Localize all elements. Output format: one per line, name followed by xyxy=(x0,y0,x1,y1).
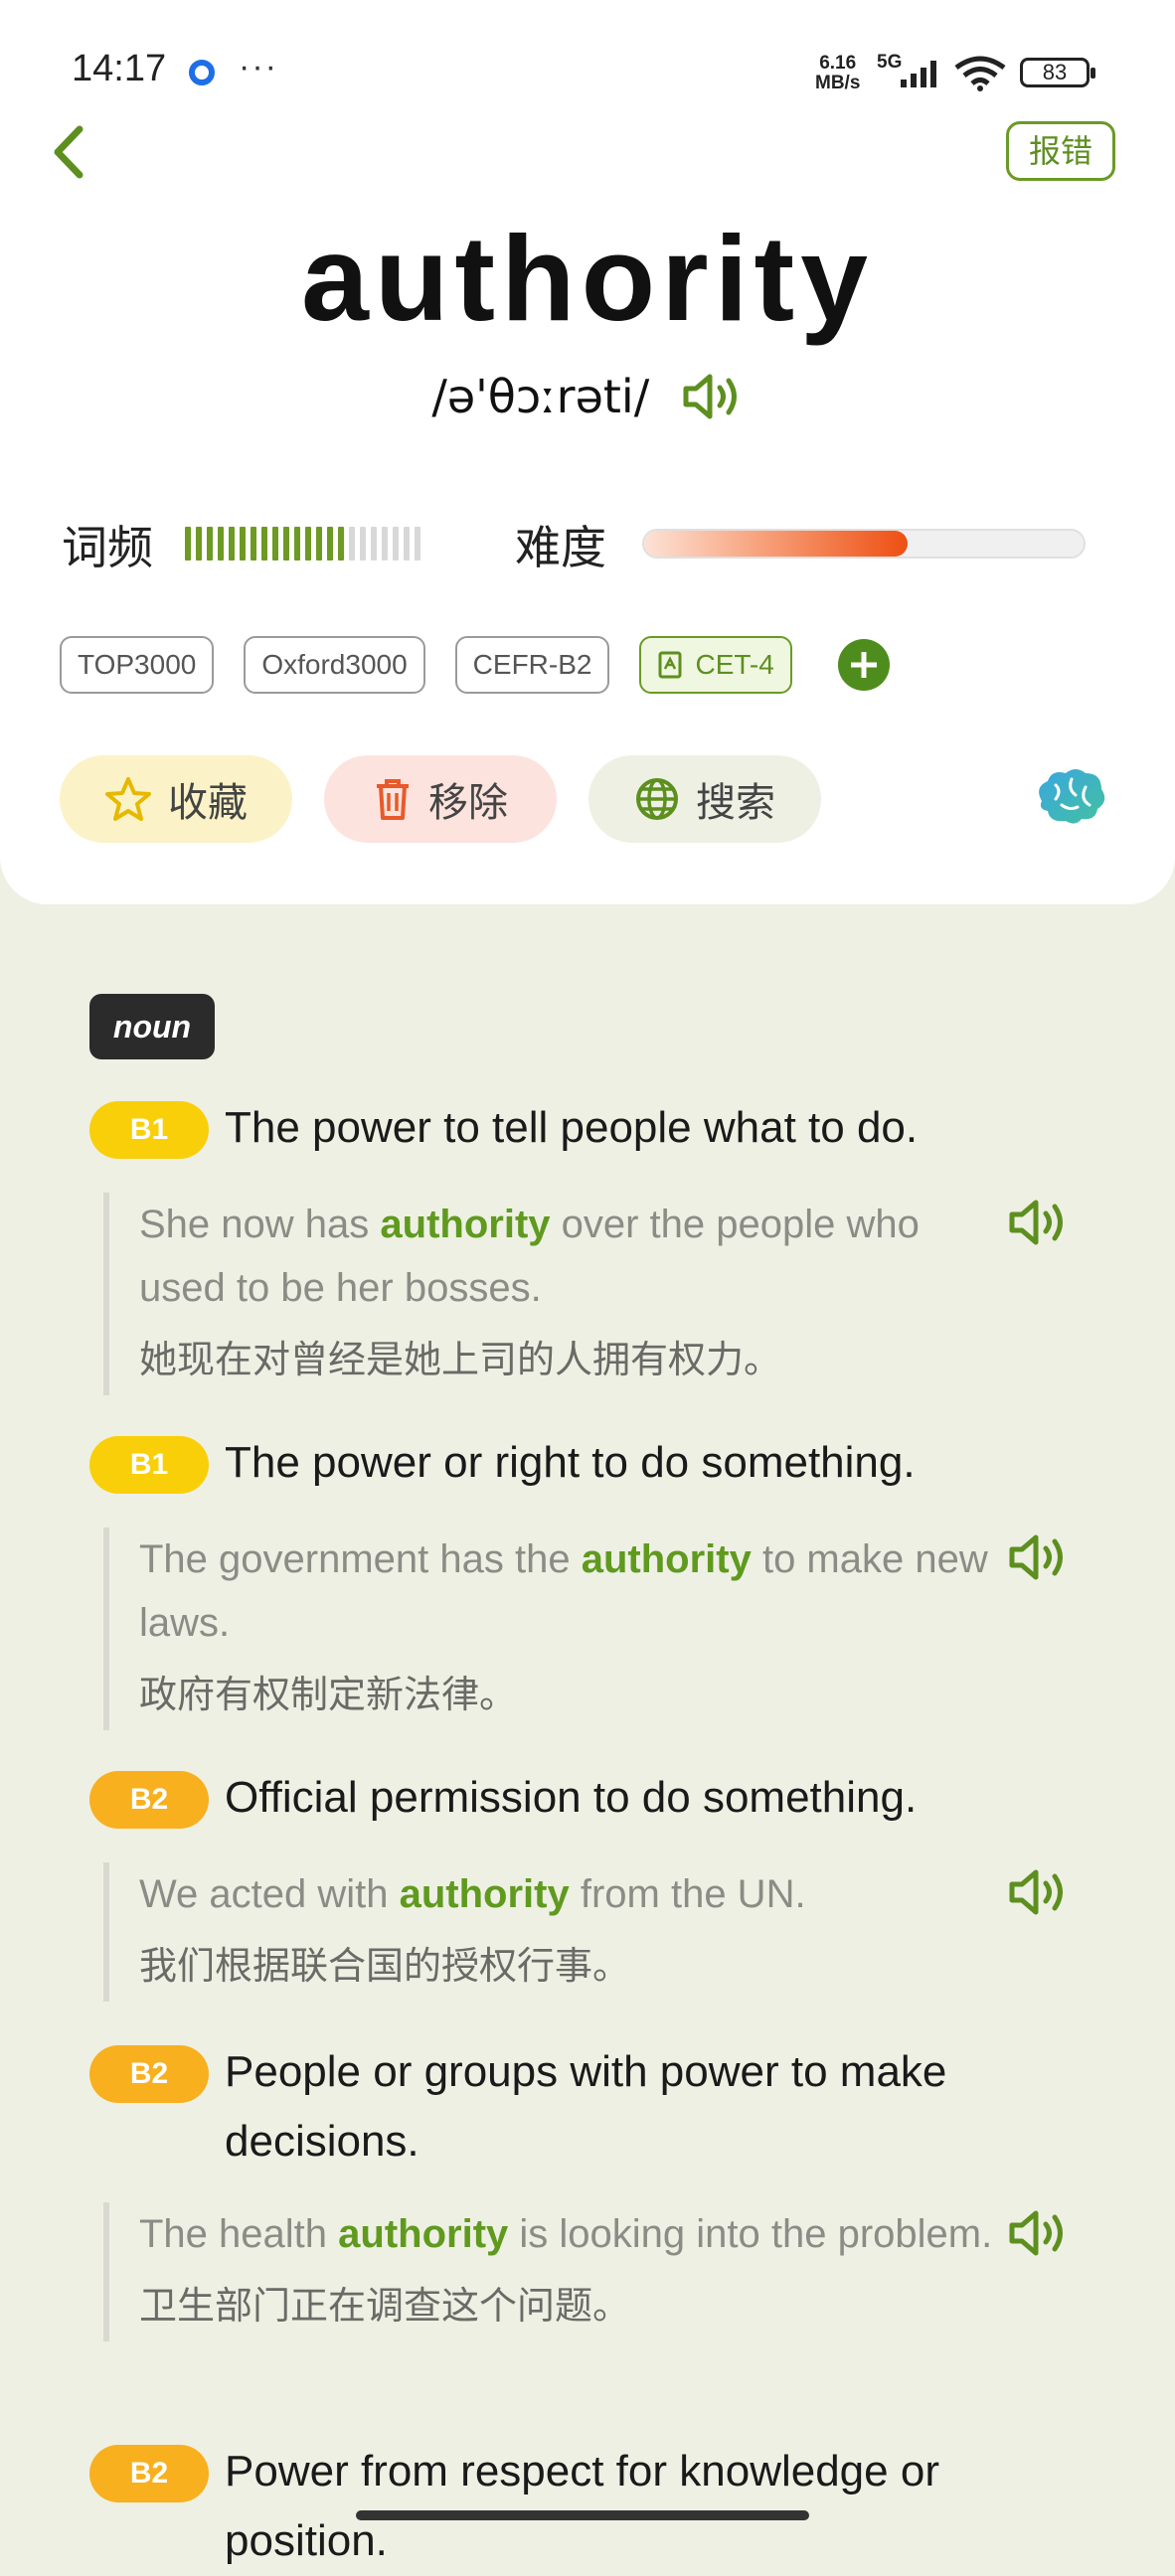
frequency-bar xyxy=(338,527,344,561)
tag-cefr[interactable]: CEFR-B2 xyxy=(454,636,610,694)
network-speed-unit: MB/s xyxy=(815,73,861,93)
difficulty-meter xyxy=(642,529,1086,559)
example-speaker-icon[interactable] xyxy=(1008,1867,1070,1917)
frequency-bar xyxy=(393,527,399,561)
trash-icon xyxy=(377,779,409,820)
search-label: 搜索 xyxy=(696,781,775,825)
report-error-button[interactable]: 报错 xyxy=(1006,121,1115,181)
favorite-label: 收藏 xyxy=(168,781,248,825)
globe-icon xyxy=(636,778,678,820)
definition-text: Power from respect for knowledge or posi… xyxy=(225,2447,939,2565)
example-block: The health authority is looking into the… xyxy=(103,2202,998,2341)
status-bar: 14:17 ··· 6.16 MB/s 5G 83 xyxy=(0,0,1175,129)
frequency-bar xyxy=(327,527,333,561)
home-indicator[interactable] xyxy=(356,2510,809,2520)
frequency-bar xyxy=(415,527,420,561)
tag-cet4-label: CET-4 xyxy=(695,649,774,680)
remove-button[interactable]: 移除 xyxy=(324,755,557,843)
frequency-bar xyxy=(218,527,224,561)
status-time: 14:17 xyxy=(72,48,167,89)
web-search-button[interactable]: 搜索 xyxy=(588,755,821,843)
frequency-bar xyxy=(261,527,267,561)
difficulty-fill xyxy=(644,531,909,557)
frequency-bar xyxy=(316,527,322,561)
example-sentence: We acted with authority from the UN. xyxy=(139,1872,806,1916)
brain-icon[interactable] xyxy=(1032,765,1107,831)
frequency-bar xyxy=(196,527,202,561)
frequency-bar xyxy=(349,527,355,561)
word-title: authority xyxy=(301,211,874,346)
example-translation: 政府有权制定新法律。 xyxy=(139,1675,518,1716)
cefr-level-badge: B1 xyxy=(89,1101,209,1159)
example-translation: 卫生部门正在调查这个问题。 xyxy=(139,2286,631,2328)
definition-text: The power to tell people what to do. xyxy=(225,1103,919,1152)
example-speaker-icon[interactable] xyxy=(1008,2208,1070,2258)
tag-top3000[interactable]: TOP3000 xyxy=(60,636,215,694)
frequency-bar xyxy=(283,527,289,561)
frequency-bar xyxy=(382,527,388,561)
example-speaker-icon[interactable] xyxy=(1008,1198,1070,1247)
speaker-icon[interactable] xyxy=(682,372,744,421)
example-speaker-icon[interactable] xyxy=(1008,1532,1070,1582)
example-sentence: She now has authority over the people wh… xyxy=(139,1203,920,1310)
frequency-meter xyxy=(185,527,420,561)
example-sentence: The health authority is looking into the… xyxy=(139,2212,993,2256)
tag-list: TOP3000 Oxford3000 CEFR-B2 CET-4 xyxy=(60,636,890,694)
example-translation: 我们根据联合国的授权行事。 xyxy=(139,1946,631,1988)
frequency-bar xyxy=(272,527,278,561)
example-keyword: authority xyxy=(380,1203,551,1246)
network-speed-value: 6.16 xyxy=(819,53,857,74)
example-sentence: The government has the authority to make… xyxy=(139,1537,988,1645)
pronunciation-row: /ə'θɔːrəti/ xyxy=(0,370,1175,423)
frequency-bar xyxy=(251,527,256,561)
network-speed: 6.16 MB/s xyxy=(815,54,860,93)
remove-label: 移除 xyxy=(428,781,508,825)
star-icon xyxy=(105,777,151,821)
example-keyword: authority xyxy=(581,1537,752,1581)
word-header-card: 14:17 ··· 6.16 MB/s 5G 83 报错 authority /… xyxy=(0,0,1175,904)
frequency-bar xyxy=(360,527,366,561)
tag-cet4[interactable]: CET-4 xyxy=(639,636,792,694)
definition-text: The power or right to do something. xyxy=(225,1438,916,1487)
definition-text: People or groups with power to make deci… xyxy=(225,2047,947,2166)
difficulty-label: 难度 xyxy=(515,522,606,573)
battery-icon: 83 xyxy=(1020,58,1095,87)
example-block: The government has the authority to make… xyxy=(103,1528,998,1730)
example-block: We acted with authority from the UN. 我们根… xyxy=(103,1862,998,2002)
example-block: She now has authority over the people wh… xyxy=(103,1193,998,1395)
frequency-bar xyxy=(404,527,410,561)
add-tag-button[interactable] xyxy=(837,639,890,691)
tag-oxford3000[interactable]: Oxford3000 xyxy=(244,636,425,694)
app-notification-icon xyxy=(189,60,215,85)
more-notifications-icon: ··· xyxy=(239,48,278,85)
frequency-label: 词频 xyxy=(62,522,153,573)
wifi-icon xyxy=(954,56,1006,91)
favorite-button[interactable]: 收藏 xyxy=(60,755,292,843)
frequency-bar xyxy=(294,527,300,561)
cefr-level-badge: B2 xyxy=(89,2445,209,2502)
frequency-bar xyxy=(240,527,246,561)
book-icon xyxy=(658,651,682,679)
part-of-speech-badge: noun xyxy=(89,994,215,1059)
cefr-level-badge: B2 xyxy=(89,2045,209,2103)
frequency-bar xyxy=(207,527,213,561)
back-button[interactable] xyxy=(44,117,93,187)
example-translation: 她现在对曾经是她上司的人拥有权力。 xyxy=(139,1340,782,1381)
example-keyword: authority xyxy=(338,2212,509,2256)
frequency-bar xyxy=(305,527,311,561)
cefr-level-badge: B2 xyxy=(89,1771,209,1829)
frequency-bar xyxy=(229,527,235,561)
cefr-level-badge: B1 xyxy=(89,1436,209,1494)
phonetic-text: /ə'θɔːrəti/ xyxy=(431,370,650,423)
signal-icon xyxy=(901,61,936,87)
definition-text: Official permission to do something. xyxy=(225,1773,918,1822)
frequency-bar xyxy=(371,527,377,561)
example-keyword: authority xyxy=(399,1872,570,1916)
frequency-bar xyxy=(185,527,191,561)
action-buttons: 收藏 移除 搜索 xyxy=(60,755,821,843)
